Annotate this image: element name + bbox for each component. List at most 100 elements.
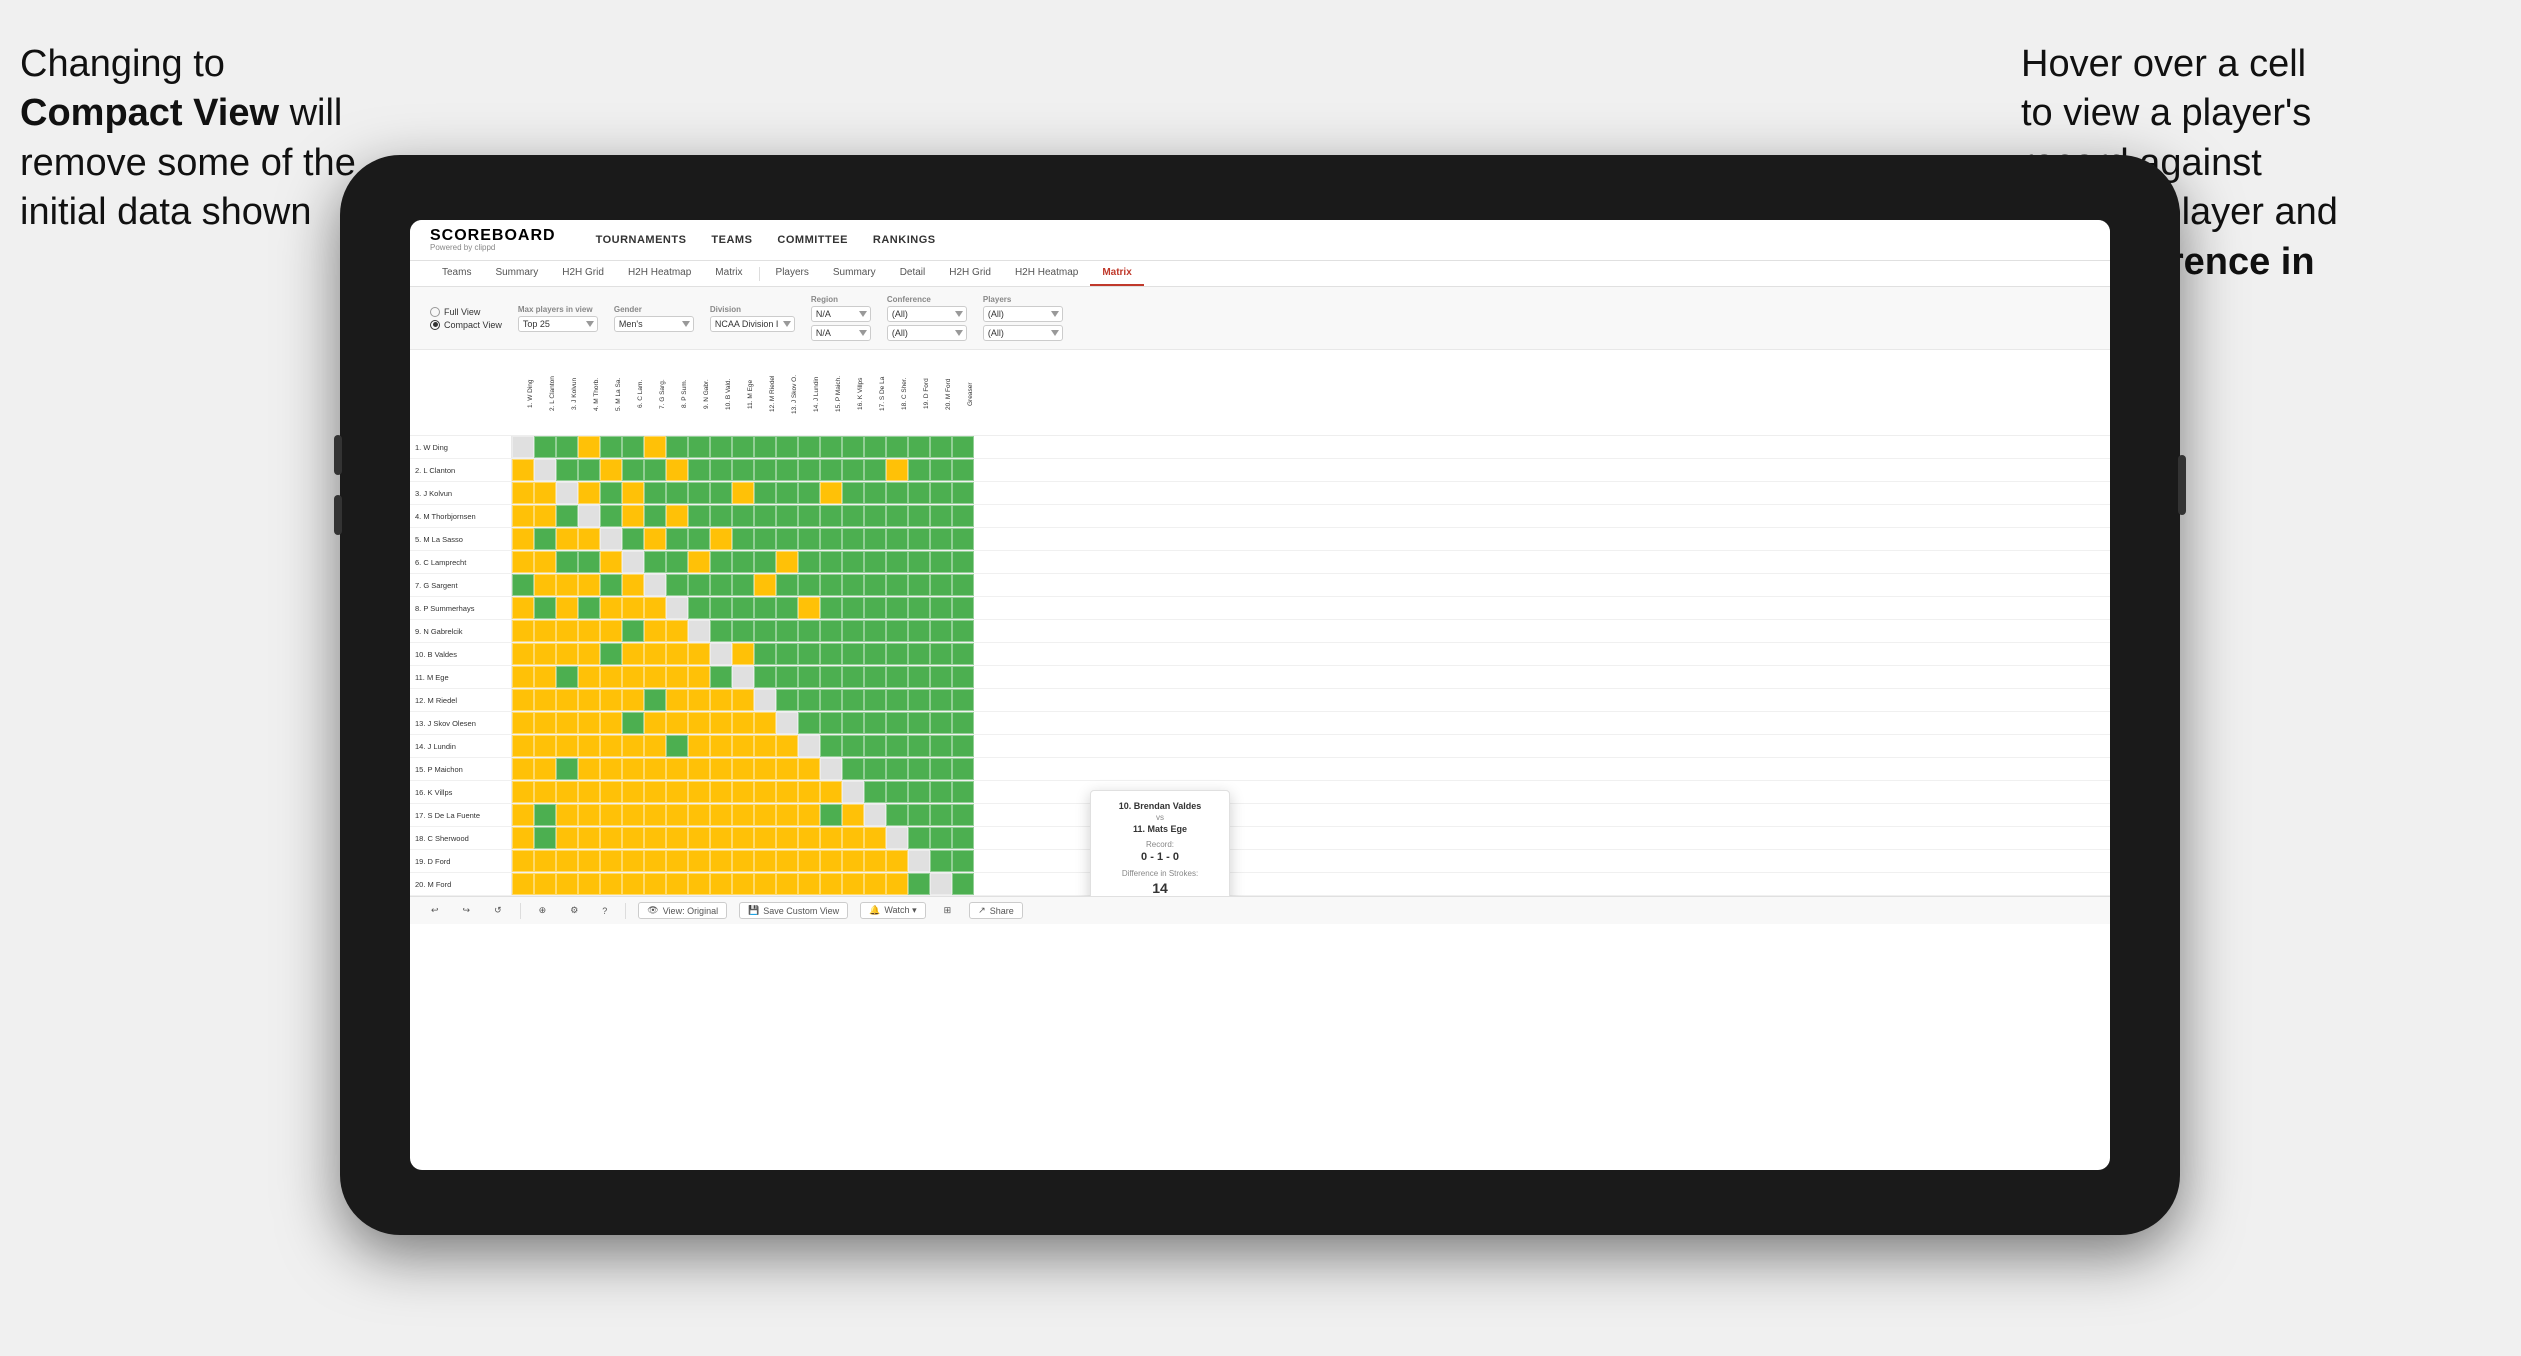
matrix-cell[interactable] (622, 873, 644, 895)
matrix-cell[interactable] (688, 643, 710, 665)
matrix-cell[interactable] (952, 505, 974, 527)
matrix-cell[interactable] (534, 574, 556, 596)
matrix-cell[interactable] (864, 551, 886, 573)
matrix-cell[interactable] (688, 781, 710, 803)
matrix-cell[interactable] (578, 597, 600, 619)
matrix-cell[interactable] (578, 436, 600, 458)
max-players-select[interactable]: Top 25 (518, 316, 598, 332)
matrix-cell[interactable] (864, 712, 886, 734)
matrix-cell[interactable] (688, 666, 710, 688)
matrix-cell[interactable] (666, 735, 688, 757)
matrix-cell[interactable] (688, 850, 710, 872)
matrix-cell[interactable] (710, 666, 732, 688)
matrix-cell[interactable] (578, 827, 600, 849)
matrix-cell[interactable] (864, 459, 886, 481)
matrix-cell[interactable] (776, 643, 798, 665)
matrix-cell[interactable] (930, 551, 952, 573)
matrix-cell[interactable] (776, 873, 798, 895)
matrix-cell[interactable] (644, 758, 666, 780)
compact-view-radio[interactable]: Compact View (430, 320, 502, 330)
matrix-cell[interactable] (622, 689, 644, 711)
matrix-cell[interactable] (886, 505, 908, 527)
matrix-cell[interactable] (732, 620, 754, 642)
matrix-cell[interactable] (534, 505, 556, 527)
matrix-cell[interactable] (732, 712, 754, 734)
matrix-cell[interactable] (666, 758, 688, 780)
matrix-cell[interactable] (820, 551, 842, 573)
matrix-cell[interactable] (842, 620, 864, 642)
tab-h2h-grid[interactable]: H2H Grid (550, 261, 616, 286)
matrix-cell[interactable] (842, 804, 864, 826)
matrix-cell[interactable] (886, 873, 908, 895)
matrix-cell[interactable] (886, 689, 908, 711)
matrix-cell[interactable] (952, 551, 974, 573)
matrix-cell[interactable] (556, 482, 578, 504)
matrix-cell[interactable] (666, 666, 688, 688)
matrix-cell[interactable] (512, 804, 534, 826)
matrix-cell[interactable] (842, 574, 864, 596)
matrix-cell[interactable] (820, 505, 842, 527)
matrix-cell[interactable] (578, 712, 600, 734)
matrix-cell[interactable] (666, 597, 688, 619)
matrix-cell[interactable] (908, 597, 930, 619)
matrix-cell[interactable] (710, 436, 732, 458)
matrix-cell[interactable] (512, 459, 534, 481)
matrix-cell[interactable] (930, 574, 952, 596)
matrix-cell[interactable] (666, 620, 688, 642)
matrix-cell[interactable] (578, 482, 600, 504)
matrix-cell[interactable] (776, 505, 798, 527)
matrix-cell[interactable] (754, 528, 776, 550)
matrix-cell[interactable] (688, 459, 710, 481)
matrix-cell[interactable] (842, 689, 864, 711)
matrix-cell[interactable] (600, 528, 622, 550)
matrix-cell[interactable] (644, 597, 666, 619)
matrix-cell[interactable] (754, 804, 776, 826)
matrix-cell[interactable] (512, 597, 534, 619)
matrix-cell[interactable] (732, 689, 754, 711)
matrix-cell[interactable] (798, 505, 820, 527)
matrix-cell[interactable] (710, 528, 732, 550)
matrix-cell[interactable] (952, 436, 974, 458)
matrix-cell[interactable] (556, 666, 578, 688)
matrix-cell[interactable] (930, 827, 952, 849)
matrix-cell[interactable] (776, 735, 798, 757)
matrix-cell[interactable] (798, 873, 820, 895)
matrix-cell[interactable] (688, 827, 710, 849)
matrix-cell[interactable] (754, 781, 776, 803)
matrix-cell[interactable] (930, 850, 952, 872)
matrix-cell[interactable] (952, 758, 974, 780)
matrix-cell[interactable] (776, 528, 798, 550)
region-select2[interactable]: N/A (811, 325, 871, 341)
matrix-cell[interactable] (864, 528, 886, 550)
players-select2[interactable]: (All) (983, 325, 1063, 341)
matrix-cell[interactable] (534, 528, 556, 550)
matrix-cell[interactable] (666, 689, 688, 711)
matrix-cell[interactable] (754, 551, 776, 573)
matrix-cell[interactable] (534, 873, 556, 895)
matrix-cell[interactable] (798, 643, 820, 665)
matrix-cell[interactable] (688, 505, 710, 527)
matrix-cell[interactable] (578, 505, 600, 527)
matrix-cell[interactable] (534, 620, 556, 642)
matrix-cell[interactable] (578, 574, 600, 596)
matrix-cell[interactable] (930, 482, 952, 504)
help-button[interactable]: ? (596, 904, 613, 918)
matrix-cell[interactable] (666, 873, 688, 895)
matrix-cell[interactable] (886, 436, 908, 458)
matrix-cell[interactable] (600, 873, 622, 895)
matrix-cell[interactable] (688, 689, 710, 711)
matrix-cell[interactable] (512, 873, 534, 895)
matrix-cell[interactable] (644, 666, 666, 688)
matrix-cell[interactable] (908, 827, 930, 849)
matrix-cell[interactable] (886, 712, 908, 734)
matrix-cell[interactable] (600, 712, 622, 734)
matrix-cell[interactable] (534, 850, 556, 872)
matrix-cell[interactable] (908, 666, 930, 688)
matrix-cell[interactable] (754, 827, 776, 849)
matrix-cell[interactable] (864, 689, 886, 711)
watch-button[interactable]: 🔔 Watch ▾ (860, 902, 925, 919)
redo-button[interactable]: ↪ (457, 903, 477, 918)
matrix-cell[interactable] (798, 781, 820, 803)
matrix-cell[interactable] (952, 528, 974, 550)
matrix-cell[interactable] (512, 574, 534, 596)
